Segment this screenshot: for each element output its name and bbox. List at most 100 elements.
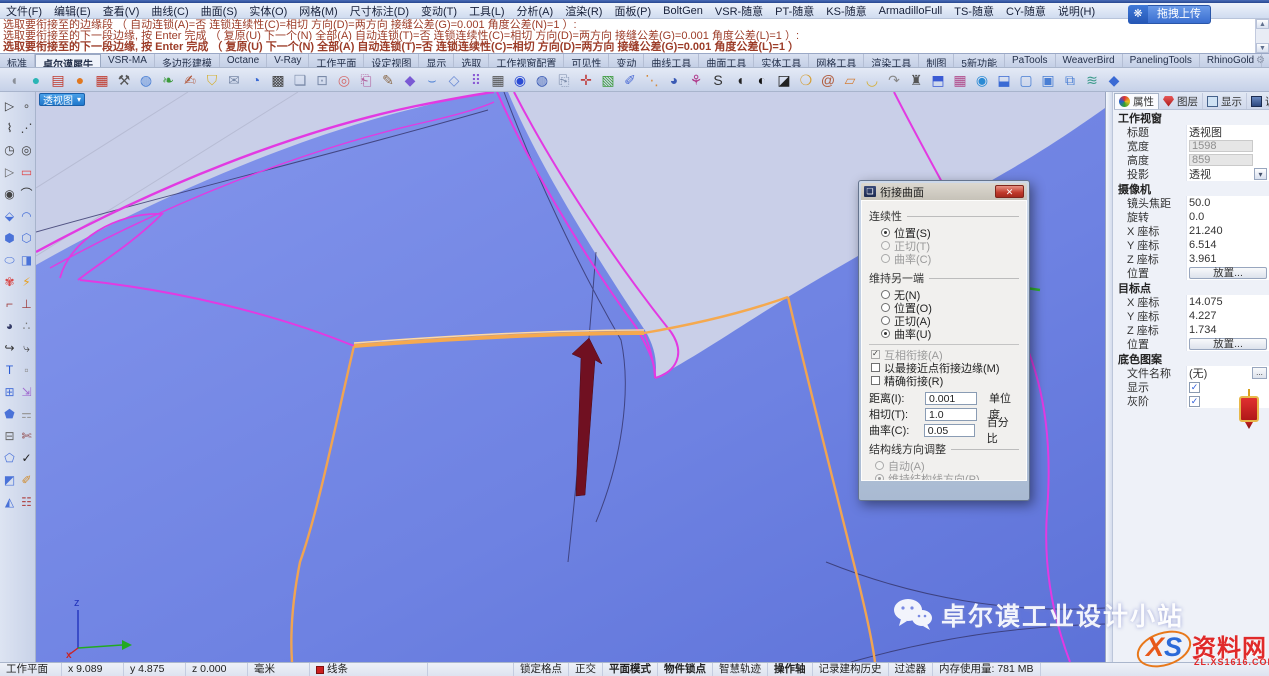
property-value[interactable]: 透视图 — [1189, 124, 1222, 140]
tool-icon[interactable]: ⬙ — [1, 205, 18, 227]
command-scrollbar[interactable]: ▲ ▼ — [1255, 19, 1269, 53]
status-toggle[interactable]: 内存使用量: 781 MB — [933, 663, 1041, 676]
toolbar-icon[interactable]: ▱ — [839, 70, 861, 90]
status-toggle[interactable]: 操作轴 — [768, 663, 813, 676]
toolbar-tab[interactable]: PaTools — [1005, 54, 1056, 67]
property-row[interactable]: 旋转 0.0 0.0 0.0 0.0 ▾ ... — [1114, 210, 1269, 224]
toolbar-tab[interactable]: 工作视窗配置 — [489, 54, 564, 67]
tab-properties[interactable]: 属性 — [1114, 93, 1159, 109]
status-toggle[interactable]: 过滤器 — [889, 663, 934, 676]
property-row[interactable]: Z 座标 3.961 3.961 3.961 3.961 ▾ ... — [1114, 252, 1269, 266]
tool-icon[interactable]: ⚡ — [18, 271, 35, 293]
toolbar-tab[interactable]: WeaverBird — [1056, 54, 1123, 67]
toolbar-icon[interactable]: ▦ — [949, 70, 971, 90]
toolbar-tab[interactable]: 曲线工具 — [644, 54, 699, 67]
toolbar-icon[interactable]: ✛ — [575, 70, 597, 90]
viewport-title-tab[interactable]: 透视图 ▾ — [39, 93, 85, 106]
toolbar-icon[interactable]: ♜ — [905, 70, 927, 90]
property-row[interactable]: Z 座标 1.734 1.734 1.734 1.734 ▾ ... — [1114, 323, 1269, 337]
toolbar-icon[interactable]: ⬓ — [993, 70, 1015, 90]
toolbar-icon[interactable]: ◔ — [245, 70, 267, 90]
toolbar-icon[interactable]: ▢ — [1015, 70, 1037, 90]
tool-icon[interactable]: ⬭ — [1, 249, 18, 271]
checkbox[interactable]: ✓ — [1189, 382, 1200, 393]
toolbar-tab[interactable]: Octane — [220, 54, 267, 67]
menu-item[interactable]: 分析(A) — [511, 3, 560, 19]
property-value[interactable]: 0.0 — [1189, 211, 1204, 223]
status-cell[interactable]: x 9.089 — [62, 663, 124, 676]
menu-item[interactable]: 编辑(E) — [48, 3, 97, 19]
menu-item[interactable]: 查看(V) — [97, 3, 146, 19]
menu-item[interactable]: 面板(P) — [608, 3, 657, 19]
menu-item[interactable]: 曲线(C) — [145, 3, 194, 19]
toolbar-tab[interactable]: 可见性 — [564, 54, 609, 67]
tool-icon[interactable]: ✾ — [1, 271, 18, 293]
property-row[interactable]: 镜头焦距 50.0 50.0 50.0 50.0 ▾ ... — [1114, 196, 1269, 210]
dialog-title-bar[interactable]: ❏ 衔接曲面 ✕ — [861, 183, 1027, 200]
property-row[interactable]: 宽度 1598 1598 1598 1598 ▾ ... — [1114, 139, 1269, 153]
place-button[interactable]: 放置... — [1189, 267, 1267, 279]
checkbox[interactable]: ✓ — [1189, 396, 1200, 407]
tool-icon[interactable]: ⊞ — [1, 381, 18, 403]
property-row[interactable]: 底色图案 ▾ ... — [1114, 351, 1269, 366]
toolbar-tab[interactable]: 卓尔谟犀牛 — [35, 54, 101, 67]
toolbar-tab[interactable]: 制图 — [919, 54, 954, 67]
menu-item[interactable]: 渲染(R) — [559, 3, 608, 19]
tool-icon[interactable]: ⌇ — [1, 117, 18, 139]
menu-item[interactable]: 网格(M) — [293, 3, 344, 19]
tab-help[interactable]: 说明 — [1247, 93, 1269, 109]
value-input[interactable]: 1.0 — [925, 408, 977, 421]
status-cell[interactable]: z 0.000 — [186, 663, 248, 676]
toolbar-tab[interactable]: 曲面工具 — [699, 54, 754, 67]
toolbar-tab[interactable]: RhinoGold — [1200, 54, 1262, 67]
toolbar-icon[interactable]: ◪ — [773, 70, 795, 90]
tool-icon[interactable]: ⬟ — [1, 403, 18, 425]
browse-button[interactable]: ... — [1252, 367, 1267, 379]
tool-icon[interactable]: T — [1, 359, 18, 381]
toolbar-icon[interactable]: ⧉ — [1059, 70, 1081, 90]
checkbox-option[interactable]: 精确衔接(R) — [871, 374, 1019, 387]
toolbar-tab[interactable]: 设定视图 — [364, 54, 419, 67]
toolbar-icon[interactable]: ◍ — [135, 70, 157, 90]
toolbar-icon[interactable]: ⎗ — [355, 70, 377, 90]
property-value[interactable]: 1.734 — [1189, 324, 1217, 336]
toolbar-icon[interactable]: ✍ — [179, 70, 201, 90]
toolbar-icon[interactable]: ▦ — [91, 70, 113, 90]
toolbar-icon[interactable]: ◎ — [333, 70, 355, 90]
tool-icon[interactable]: ◩ — [1, 469, 18, 491]
tool-icon[interactable]: ∘ — [18, 95, 35, 117]
tool-icon[interactable]: ↪ — [1, 337, 18, 359]
property-value[interactable]: 50.0 — [1189, 197, 1210, 209]
tool-icon[interactable]: ◎ — [18, 139, 35, 161]
tool-icon[interactable]: ⬢ — [1, 227, 18, 249]
tool-icon[interactable]: ⌐ — [1, 293, 18, 315]
panel-scrollbar[interactable] — [1106, 92, 1113, 662]
tab-layers[interactable]: 图层 — [1159, 93, 1203, 109]
toolbar-icon[interactable]: ⛉ — [201, 70, 223, 90]
toolbar-icon[interactable]: @ — [817, 70, 839, 90]
toolbar-icon[interactable]: ≋ — [1081, 70, 1103, 90]
property-row[interactable]: Y 座标 4.227 4.227 4.227 4.227 ▾ ... — [1114, 309, 1269, 323]
toolbar-icon[interactable]: ▩ — [267, 70, 289, 90]
property-row[interactable]: X 座标 14.075 14.075 14.075 14.075 ▾ ... — [1114, 295, 1269, 309]
menu-item[interactable]: ArmadilloFull — [873, 5, 949, 17]
property-value[interactable]: 21.240 — [1189, 225, 1223, 237]
toolbar-icon[interactable]: ▦ — [487, 70, 509, 90]
tool-icon[interactable]: ✄ — [18, 425, 35, 447]
toolbar-icon[interactable]: ⋱ — [641, 70, 663, 90]
toolbar-tab[interactable]: 多边形建模 — [155, 54, 220, 67]
toolbar-icon[interactable]: ⬒ — [927, 70, 949, 90]
tool-icon[interactable]: ▭ — [18, 161, 35, 183]
tool-icon[interactable]: ◭ — [1, 491, 18, 513]
toolbar-icon[interactable]: ✐ — [619, 70, 641, 90]
tool-icon[interactable]: ⇲ — [18, 381, 35, 403]
toolbar-icon[interactable]: ❧ — [157, 70, 179, 90]
menu-item[interactable]: BoltGen — [657, 5, 709, 17]
menu-item[interactable]: 文件(F) — [0, 3, 48, 19]
status-toggle[interactable]: 锁定格点 — [514, 663, 569, 676]
tool-icon[interactable]: ▷ — [1, 161, 18, 183]
tool-icon[interactable]: ⊥ — [18, 293, 35, 315]
tool-icon[interactable]: ◷ — [1, 139, 18, 161]
menu-item[interactable]: PT-随意 — [769, 3, 820, 19]
toolbar-icon[interactable]: ◇ — [443, 70, 465, 90]
